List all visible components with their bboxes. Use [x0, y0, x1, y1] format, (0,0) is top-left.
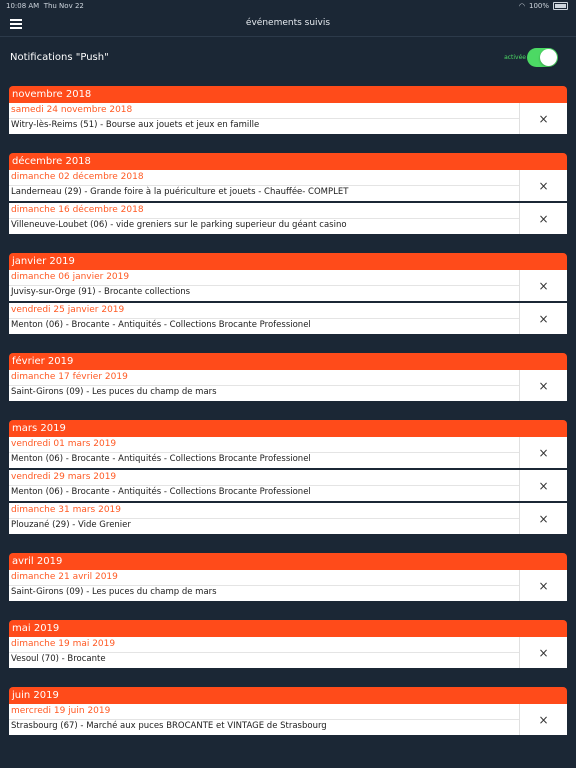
- event-divider: [9, 285, 520, 286]
- event-title: Landerneau (29) - Grande foire à la puér…: [11, 187, 349, 197]
- event-title: Vesoul (70) - Brocante: [11, 654, 106, 664]
- event-divider: [9, 518, 520, 519]
- status-time-date: 10:08 AM Thu Nov 22: [6, 2, 84, 10]
- remove-event-button[interactable]: ×: [520, 470, 567, 501]
- month-section: janvier 2019 dimanche 06 janvier 2019 Juvi…: [9, 253, 567, 334]
- event-title: Juvisy-sur-Orge (91) - Brocante collecti…: [11, 287, 191, 297]
- event-date: dimanche 17 février 2019: [11, 372, 128, 382]
- toggle-knob: [540, 49, 557, 66]
- event-title: Menton (06) - Brocante - Antiquités - Co…: [11, 487, 311, 497]
- remove-event-button[interactable]: ×: [520, 637, 567, 668]
- push-notifications-row: Notifications "Push" activée: [0, 44, 576, 72]
- event-title: Saint-Girons (09) - Les puces du champ d…: [11, 587, 217, 597]
- month-section: novembre 2018 samedi 24 novembre 2018 Witr…: [9, 86, 567, 134]
- remove-event-button[interactable]: ×: [520, 437, 567, 468]
- push-label: Notifications "Push": [10, 52, 109, 63]
- remove-event-button[interactable]: ×: [520, 303, 567, 334]
- event-row[interactable]: mercredi 19 juin 2019 Strasbourg (67) - M…: [9, 704, 567, 735]
- event-row[interactable]: dimanche 31 mars 2019 Plouzané (29) - Vid…: [9, 503, 567, 534]
- event-divider: [9, 318, 520, 319]
- event-divider: [9, 585, 520, 586]
- month-section: juin 2019 mercredi 19 juin 2019 Strasbourg…: [9, 687, 567, 735]
- push-state-label: activée: [504, 54, 526, 61]
- event-title: Menton (06) - Brocante - Antiquités - Co…: [11, 454, 311, 464]
- remove-event-button[interactable]: ×: [520, 503, 567, 534]
- push-toggle[interactable]: [527, 48, 558, 67]
- event-date: dimanche 21 avril 2019: [11, 572, 118, 582]
- event-divider: [9, 185, 520, 186]
- battery-icon: [553, 2, 568, 10]
- remove-event-button[interactable]: ×: [520, 270, 567, 301]
- event-divider: [9, 652, 520, 653]
- event-divider: [9, 485, 520, 486]
- wifi-icon: ◠: [518, 2, 525, 10]
- event-date: dimanche 02 décembre 2018: [11, 172, 144, 182]
- page-title: événements suivis: [245, 18, 331, 28]
- month-header: janvier 2019: [9, 253, 567, 270]
- event-row[interactable]: samedi 24 novembre 2018 Witry-lès-Reims (…: [9, 103, 567, 134]
- event-date: vendredi 01 mars 2019: [11, 439, 117, 449]
- event-date: dimanche 19 mai 2019: [11, 639, 116, 649]
- month-section: mai 2019 dimanche 19 mai 2019 Vesoul (70) …: [9, 620, 567, 668]
- month-header: février 2019: [9, 353, 567, 370]
- status-time: 10:08 AM: [6, 2, 40, 10]
- month-section: avril 2019 dimanche 21 avril 2019 Saint-Gi…: [9, 553, 567, 601]
- month-header: avril 2019: [9, 553, 567, 570]
- month-section: décembre 2018 dimanche 02 décembre 2018 La…: [9, 153, 567, 234]
- event-row[interactable]: dimanche 02 décembre 2018 Landerneau (29)…: [9, 170, 567, 203]
- month-header: mars 2019: [9, 420, 567, 437]
- event-row[interactable]: dimanche 19 mai 2019 Vesoul (70) - Brocan…: [9, 637, 567, 668]
- event-title: Villeneuve-Loubet (06) - vide greniers s…: [11, 220, 347, 230]
- remove-event-button[interactable]: ×: [520, 570, 567, 601]
- month-header: décembre 2018: [9, 153, 567, 170]
- event-divider: [9, 118, 520, 119]
- event-date: mercredi 19 juin 2019: [11, 706, 111, 716]
- event-divider: [9, 385, 520, 386]
- month-section: février 2019 dimanche 17 février 2019 Sain…: [9, 353, 567, 401]
- month-header: mai 2019: [9, 620, 567, 637]
- status-date: Thu Nov 22: [43, 2, 84, 10]
- nav-bar: événements suivis: [0, 12, 576, 37]
- event-row[interactable]: dimanche 16 décembre 2018 Villeneuve-Loub…: [9, 203, 567, 234]
- event-date: vendredi 29 mars 2019: [11, 472, 117, 482]
- event-row[interactable]: dimanche 06 janvier 2019 Juvisy-sur-Orge …: [9, 270, 567, 303]
- event-date: dimanche 31 mars 2019: [11, 505, 121, 515]
- month-header: novembre 2018: [9, 86, 567, 103]
- month-header: juin 2019: [9, 687, 567, 704]
- event-title: Saint-Girons (09) - Les puces du champ d…: [11, 387, 217, 397]
- event-date: samedi 24 novembre 2018: [11, 105, 133, 115]
- remove-event-button[interactable]: ×: [520, 170, 567, 201]
- event-row[interactable]: dimanche 21 avril 2019 Saint-Girons (09) …: [9, 570, 567, 601]
- event-title: Witry-lès-Reims (51) - Bourse aux jouets…: [11, 120, 260, 130]
- event-date: vendredi 25 janvier 2019: [11, 305, 125, 315]
- battery-percent: 100%: [528, 2, 549, 10]
- event-row[interactable]: vendredi 25 janvier 2019 Menton (06) - Br…: [9, 303, 567, 334]
- event-date: dimanche 06 janvier 2019: [11, 272, 130, 282]
- remove-event-button[interactable]: ×: [520, 203, 567, 234]
- event-divider: [9, 218, 520, 219]
- event-row[interactable]: vendredi 29 mars 2019 Menton (06) - Broca…: [9, 470, 567, 503]
- event-title: Strasbourg (67) - Marché aux puces BROCA…: [11, 721, 327, 731]
- status-bar: 10:08 AM Thu Nov 22 ◠ 100%: [0, 0, 576, 12]
- event-title: Menton (06) - Brocante - Antiquités - Co…: [11, 320, 311, 330]
- remove-event-button[interactable]: ×: [520, 704, 567, 735]
- followed-events-list: novembre 2018 samedi 24 novembre 2018 Witr…: [9, 86, 567, 754]
- event-row[interactable]: dimanche 17 février 2019 Saint-Girons (09…: [9, 370, 567, 401]
- status-right: ◠ 100%: [519, 2, 568, 10]
- event-title: Plouzané (29) - Vide Grenier: [11, 520, 131, 530]
- month-section: mars 2019 vendredi 01 mars 2019 Menton (06…: [9, 420, 567, 534]
- event-row[interactable]: vendredi 01 mars 2019 Menton (06) - Broca…: [9, 437, 567, 470]
- remove-event-button[interactable]: ×: [520, 370, 567, 401]
- event-divider: [9, 452, 520, 453]
- event-date: dimanche 16 décembre 2018: [11, 205, 144, 215]
- remove-event-button[interactable]: ×: [520, 103, 567, 134]
- event-divider: [9, 719, 520, 720]
